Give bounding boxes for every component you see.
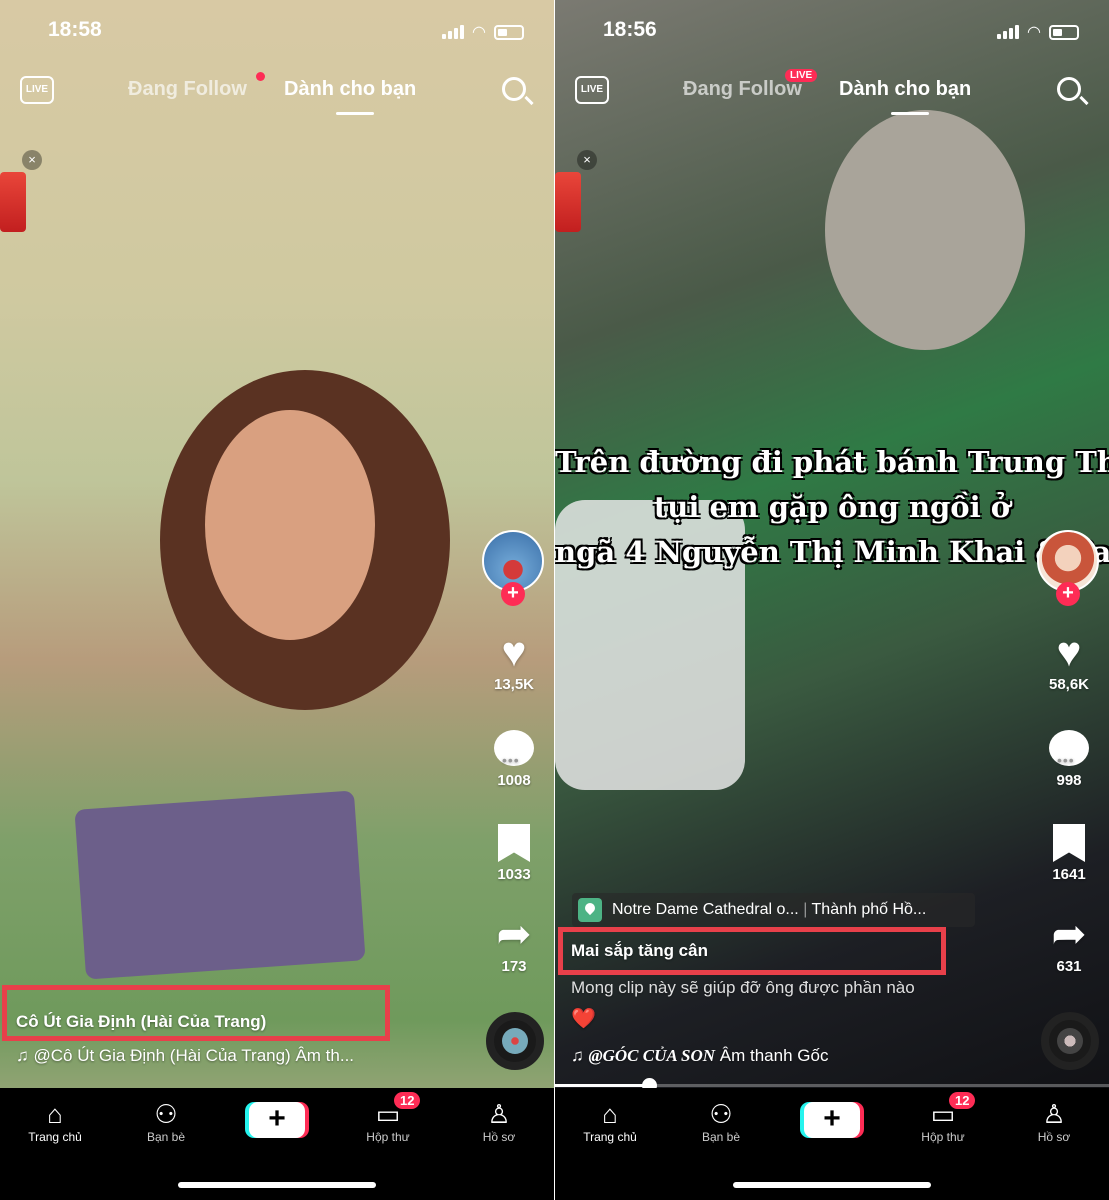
music-note-icon: ♫ <box>16 1046 34 1065</box>
live-badge: LIVE <box>785 69 818 82</box>
nav-home[interactable]: ⌂ Trang chủ <box>5 1098 105 1144</box>
home-icon: ⌂ <box>47 1099 63 1129</box>
share-button[interactable]: ➦ 631 <box>1035 910 1103 976</box>
video-text-overlay: Trên đường đi phát bánh Trung Thu tụi em… <box>555 440 1109 575</box>
comment-icon <box>1049 730 1089 782</box>
search-icon[interactable] <box>502 77 526 101</box>
comment-button[interactable]: 998 <box>1035 726 1103 789</box>
home-indicator <box>178 1182 376 1188</box>
overlay-line: Trên đường đi phát bánh Trung Thu <box>555 445 1109 479</box>
share-button[interactable]: ➦ 173 <box>480 910 548 976</box>
heart-icon: ♥ <box>1056 628 1082 675</box>
share-icon: ➦ <box>1051 910 1087 957</box>
video-description: Mong clip này sẽ giúp đỡ ông được phần n… <box>571 978 915 997</box>
video-screen-left: 18:58 ◠ LIVE Đang Follow Dành cho bạn × … <box>0 0 554 1200</box>
location-place: Notre Dame Cathedral o... <box>612 901 799 918</box>
tab-for-you[interactable]: Dành cho bạn <box>284 78 416 115</box>
bookmark-icon <box>1053 824 1085 862</box>
video-progress-bar[interactable] <box>555 1078 1109 1093</box>
home-indicator <box>733 1182 931 1188</box>
bookmark-count: 1641 <box>1052 866 1086 883</box>
inbox-badge: 12 <box>949 1092 976 1109</box>
inbox-icon: ▭ <box>375 1099 401 1129</box>
nav-inbox[interactable]: ▭ 12 Hộp thư <box>893 1092 993 1144</box>
create-button[interactable]: + <box>804 1102 860 1138</box>
share-count: 173 <box>501 958 527 975</box>
nav-profile[interactable]: ♙ Hồ sơ <box>449 1098 549 1144</box>
close-icon[interactable]: × <box>22 150 42 170</box>
tab-for-you[interactable]: Dành cho bạn <box>839 78 971 115</box>
gift-icon <box>555 172 581 232</box>
creator-name[interactable]: Cô Út Gia Định (Hài Của Trang) <box>16 1012 266 1032</box>
music-disc[interactable] <box>1041 1012 1099 1070</box>
bookmark-button[interactable]: 1033 <box>480 820 548 883</box>
profile-icon: ♙ <box>1042 1099 1066 1129</box>
video-content <box>825 110 1025 350</box>
comment-button[interactable]: 1008 <box>480 726 548 789</box>
inbox-badge: 12 <box>394 1092 421 1109</box>
nav-inbox[interactable]: ▭ 12 Hộp thư <box>338 1092 438 1144</box>
bottom-nav: ⌂ Trang chủ ⚇ Bạn bè + ▭ 12 Hộp thư ♙ Hồ sơ <box>0 1088 554 1200</box>
live-icon[interactable]: LIVE <box>575 76 609 104</box>
close-icon[interactable]: × <box>577 150 597 170</box>
inbox-icon: ▭ <box>930 1099 956 1129</box>
share-count: 631 <box>1056 958 1082 975</box>
location-pin-icon <box>578 898 602 922</box>
location-tag[interactable]: Notre Dame Cathedral o... | Thành phố Hồ… <box>572 893 975 927</box>
location-city: Thành phố Hồ... <box>811 901 927 918</box>
heart-icon: ♥ <box>501 628 527 675</box>
nav-friends[interactable]: ⚇ Bạn bè <box>671 1098 771 1144</box>
music-note-icon: ♫ <box>571 1046 589 1065</box>
video-caption[interactable]: Mai sắp tăng cân <box>571 941 708 961</box>
like-count: 13,5K <box>493 676 535 693</box>
music-disc[interactable] <box>486 1012 544 1070</box>
like-button[interactable]: ♥ 13,5K <box>480 628 548 694</box>
overlay-line: tụi em gặp ông ngồi ở <box>653 490 1011 524</box>
search-icon[interactable] <box>1057 77 1081 101</box>
status-icons: ◠ <box>997 22 1079 42</box>
nav-profile[interactable]: ♙ Hồ sơ <box>1004 1098 1104 1144</box>
share-icon: ➦ <box>496 910 532 957</box>
gift-icon <box>0 172 26 232</box>
tab-following[interactable]: Đang Follow <box>683 78 802 101</box>
follow-plus-button[interactable]: + <box>501 582 525 606</box>
overlay-line: ngã 4 Nguyễn Thị Minh Khai & Pa... <box>555 535 1109 569</box>
gift-widget[interactable]: × <box>0 150 42 240</box>
home-icon: ⌂ <box>602 1099 618 1129</box>
status-icons: ◠ <box>442 22 524 42</box>
gift-widget[interactable]: × <box>555 150 597 240</box>
profile-icon: ♙ <box>487 1099 511 1129</box>
live-icon[interactable]: LIVE <box>20 76 54 104</box>
heart-emoji: ❤️ <box>571 1008 596 1030</box>
tab-following[interactable]: Đang Follow <box>128 78 247 101</box>
bookmark-count: 1033 <box>497 866 531 883</box>
bottom-nav: ⌂ Trang chủ ⚇ Bạn bè + ▭ 12 Hộp thư ♙ Hồ sơ <box>555 1088 1109 1200</box>
music-track[interactable]: @Cô Út Gia Định (Hài Của Trang) Âm th... <box>33 1046 354 1065</box>
following-notification-dot <box>256 72 265 81</box>
status-time: 18:56 <box>603 18 657 41</box>
nav-friends[interactable]: ⚇ Bạn bè <box>116 1098 216 1144</box>
comment-icon <box>494 730 534 782</box>
friends-icon: ⚇ <box>154 1099 178 1129</box>
like-count: 58,6K <box>1048 676 1090 693</box>
music-author[interactable]: @GÓC CỦA SON <box>588 1046 715 1065</box>
status-time: 18:58 <box>48 18 102 41</box>
follow-plus-button[interactable]: + <box>1056 582 1080 606</box>
friends-icon: ⚇ <box>709 1099 733 1129</box>
video-screen-right: 18:56 ◠ LIVE Đang Follow LIVE Dành cho b… <box>555 0 1109 1200</box>
nav-home[interactable]: ⌂ Trang chủ <box>560 1098 660 1144</box>
create-button[interactable]: + <box>249 1102 305 1138</box>
music-track[interactable]: Âm thanh Gốc <box>720 1046 829 1065</box>
like-button[interactable]: ♥ 58,6K <box>1035 628 1103 694</box>
bookmark-icon <box>498 824 530 862</box>
bookmark-button[interactable]: 1641 <box>1035 820 1103 883</box>
